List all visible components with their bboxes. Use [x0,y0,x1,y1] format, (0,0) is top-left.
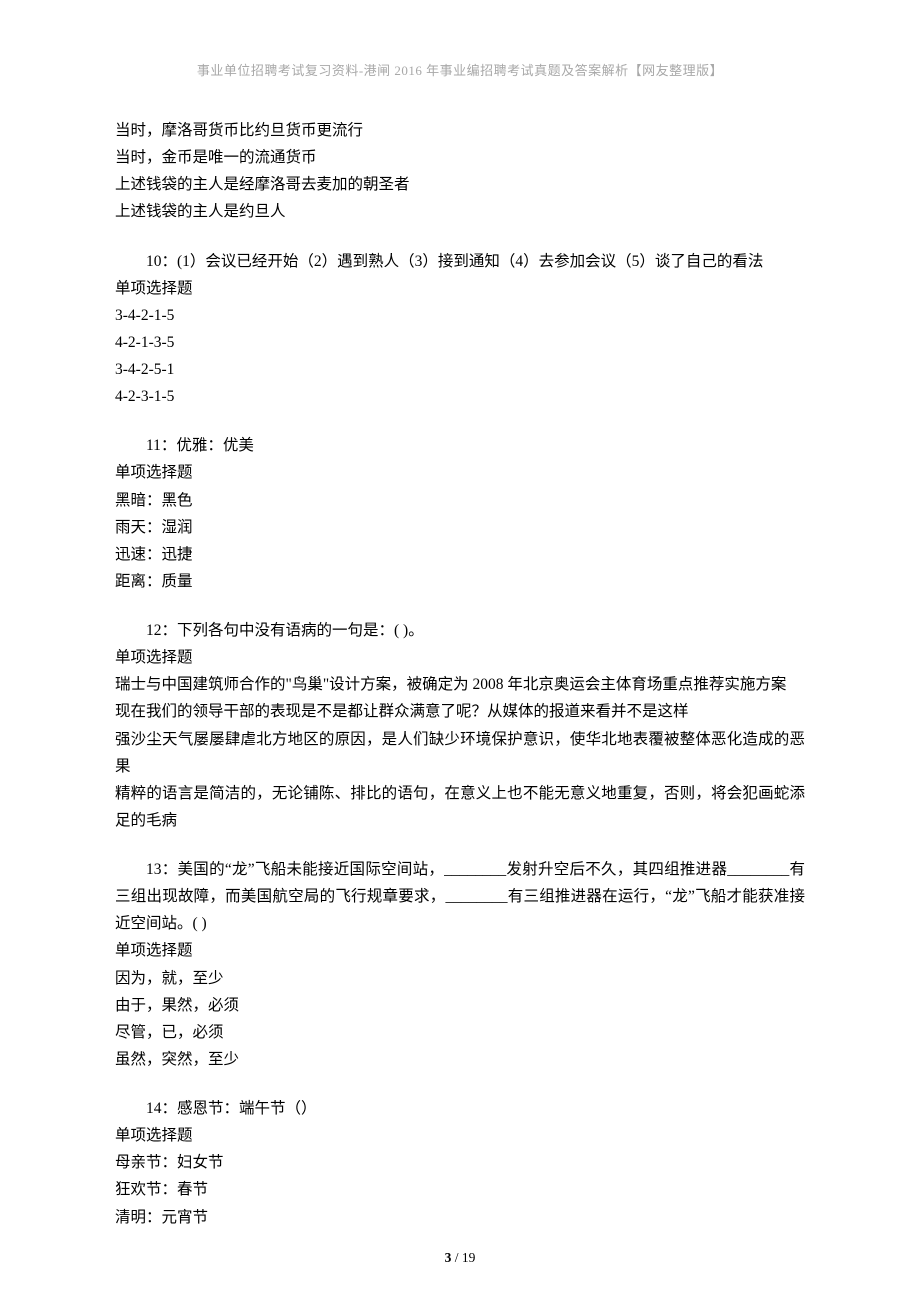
q11-text: 11：优雅：优美 [115,432,805,459]
q10-option: 4-2-3-1-5 [115,383,805,410]
q10-option: 3-4-2-1-5 [115,302,805,329]
q13-option: 虽然，突然，至少 [115,1046,805,1073]
q13-option: 因为，就，至少 [115,965,805,992]
q12-type: 单项选择题 [115,644,805,671]
q13-text: 13：美国的“龙”飞船未能接近国际空间站，________发射升空后不久，其四组… [115,856,805,937]
q14-option: 清明：元宵节 [115,1204,805,1231]
q11-option: 雨天：湿润 [115,514,805,541]
q14-option: 狂欢节：春节 [115,1176,805,1203]
question-11: 11：优雅：优美 单项选择题 黑暗：黑色 雨天：湿润 迅速：迅捷 距离：质量 [115,432,805,595]
q12-option: 瑞士与中国建筑师合作的"鸟巢"设计方案，被确定为 2008 年北京奥运会主体育场… [115,671,805,698]
page-footer: 3 / 19 [0,1250,920,1266]
q12-option: 现在我们的领导干部的表现是不是都让群众满意了呢？从媒体的报道来看并不是这样 [115,698,805,725]
document-content: 当时，摩洛哥货币比约旦货币更流行 当时，金币是唯一的流通货币 上述钱袋的主人是经… [115,117,805,1231]
question-14: 14：感恩节：端午节（） 单项选择题 母亲节：妇女节 狂欢节：春节 清明：元宵节 [115,1095,805,1231]
q11-option: 黑暗：黑色 [115,487,805,514]
page-header: 事业单位招聘考试复习资料-港闸 2016 年事业编招聘考试真题及答案解析【网友整… [115,60,805,79]
q10-option: 4-2-1-3-5 [115,329,805,356]
question-10: 10：(1）会议已经开始（2）遇到熟人（3）接到通知（4）去参加会议（5）谈了自… [115,248,805,411]
q11-option: 迅速：迅捷 [115,541,805,568]
q11-type: 单项选择题 [115,459,805,486]
q12-text: 12：下列各句中没有语病的一句是：( )。 [115,617,805,644]
q12-option: 精粹的语言是简洁的，无论铺陈、排比的语句，在意义上也不能无意义地重复，否则，将会… [115,780,805,834]
question-9-remainder: 当时，摩洛哥货币比约旦货币更流行 当时，金币是唯一的流通货币 上述钱袋的主人是经… [115,117,805,226]
q14-text: 14：感恩节：端午节（） [115,1095,805,1122]
q9-option: 当时，摩洛哥货币比约旦货币更流行 [115,117,805,144]
q10-type: 单项选择题 [115,275,805,302]
q11-option: 距离：质量 [115,568,805,595]
q10-text: 10：(1）会议已经开始（2）遇到熟人（3）接到通知（4）去参加会议（5）谈了自… [115,248,805,275]
q9-option: 上述钱袋的主人是约旦人 [115,198,805,225]
question-13: 13：美国的“龙”飞船未能接近国际空间站，________发射升空后不久，其四组… [115,856,805,1073]
q12-option: 强沙尘天气屡屡肆虐北方地区的原因，是人们缺少环境保护意识，使华北地表覆被整体恶化… [115,726,805,780]
page-total: 19 [462,1250,476,1265]
q13-type: 单项选择题 [115,937,805,964]
q13-option: 尽管，已，必须 [115,1019,805,1046]
page-container: 事业单位招聘考试复习资料-港闸 2016 年事业编招聘考试真题及答案解析【网友整… [0,0,920,1302]
page-sep: / [451,1250,462,1265]
q13-option: 由于，果然，必须 [115,992,805,1019]
q9-option: 当时，金币是唯一的流通货币 [115,144,805,171]
q14-option: 母亲节：妇女节 [115,1149,805,1176]
q14-type: 单项选择题 [115,1122,805,1149]
q9-option: 上述钱袋的主人是经摩洛哥去麦加的朝圣者 [115,171,805,198]
q10-option: 3-4-2-5-1 [115,356,805,383]
question-12: 12：下列各句中没有语病的一句是：( )。 单项选择题 瑞士与中国建筑师合作的"… [115,617,805,834]
